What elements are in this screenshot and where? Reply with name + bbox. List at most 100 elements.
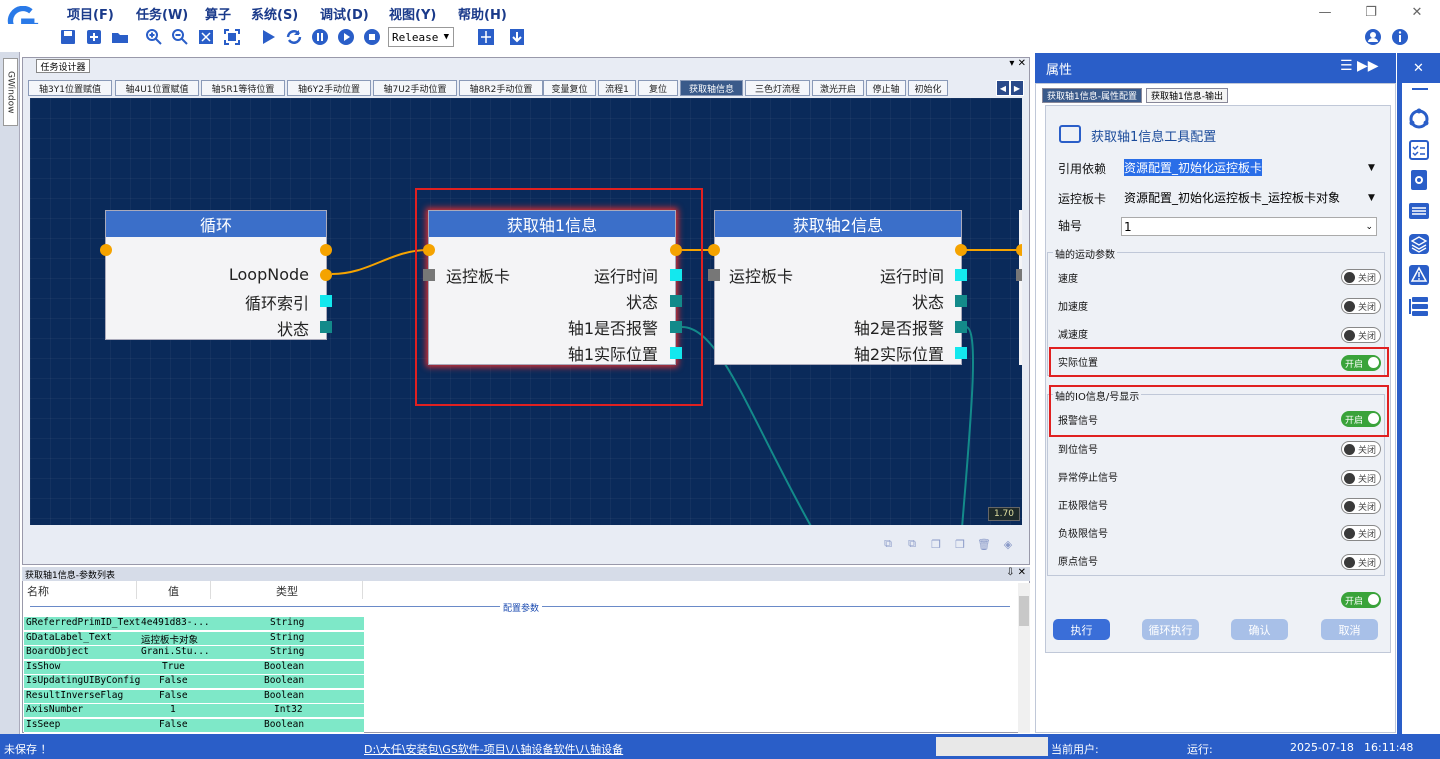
tab-property-config[interactable]: 获取轴1信息-属性配置: [1042, 88, 1142, 103]
flow-tab[interactable]: 轴3Y1位置赋值: [28, 80, 112, 96]
input-port[interactable]: [708, 244, 720, 256]
output-port[interactable]: [955, 347, 967, 359]
table-row[interactable]: BoardObject Grani.Stu... String: [24, 646, 364, 660]
fullscreen-icon[interactable]: [222, 27, 242, 47]
bottom-toggle[interactable]: 开启: [1341, 592, 1381, 608]
tab-output[interactable]: 获取轴1信息-输出: [1145, 88, 1228, 103]
layers-icon[interactable]: [1408, 233, 1430, 255]
input-port[interactable]: [100, 244, 112, 256]
input-port[interactable]: [708, 269, 720, 281]
flow-tab[interactable]: 初始化: [908, 80, 948, 96]
origin-signal-toggle[interactable]: 关闭: [1341, 554, 1381, 570]
positive-limit-toggle[interactable]: 关闭: [1341, 498, 1381, 514]
flow-tab[interactable]: 激光开启: [812, 80, 864, 96]
output-port[interactable]: [320, 321, 332, 333]
minimize-button[interactable]: —: [1302, 0, 1348, 24]
zoom-out-icon[interactable]: [170, 27, 190, 47]
close-icon[interactable]: ✕: [1397, 53, 1440, 83]
output-port[interactable]: [320, 295, 332, 307]
table-row[interactable]: IsSeep False Boolean: [24, 719, 364, 733]
list-icon[interactable]: [1408, 200, 1430, 222]
flow-tab[interactable]: 变量复位: [543, 80, 596, 96]
flow-tab[interactable]: 复位: [638, 80, 678, 96]
copy-icon[interactable]: ❐: [928, 536, 944, 552]
abnormal-stop-toggle[interactable]: 关闭: [1341, 470, 1381, 486]
scrollbar-thumb[interactable]: [1019, 596, 1029, 626]
table-row[interactable]: AxisNumber 1 Int32: [24, 704, 364, 718]
fit-icon[interactable]: [196, 27, 216, 47]
chevron-down-icon[interactable]: ▼: [1368, 163, 1375, 173]
new-icon[interactable]: [84, 27, 104, 47]
gwindow-tab[interactable]: GWindow: [3, 58, 18, 126]
properties-header-icons[interactable]: ☰ ▶▶: [1340, 58, 1379, 74]
save-icon[interactable]: [58, 27, 78, 47]
split-icon[interactable]: [476, 27, 496, 47]
flow-tab[interactable]: 轴7U2手动位置: [373, 80, 457, 96]
input-port[interactable]: [1016, 244, 1022, 256]
task-designer-tab[interactable]: 任务设计器: [36, 59, 90, 73]
loop-node[interactable]: 循环 LoopNode 循环索引 状态: [105, 210, 327, 340]
table-row[interactable]: IsShow True Boolean: [24, 661, 364, 675]
info-icon[interactable]: [1390, 27, 1410, 47]
group-icon[interactable]: ⧉: [904, 536, 920, 552]
download-icon[interactable]: [507, 27, 527, 47]
maximize-button[interactable]: ❐: [1348, 0, 1394, 24]
close-button[interactable]: ✕: [1394, 0, 1440, 24]
axis-number-select[interactable]: 1 ⌄: [1121, 217, 1377, 236]
loop-run-icon[interactable]: [284, 27, 304, 47]
cycle-icon[interactable]: [1408, 108, 1430, 130]
in-position-toggle[interactable]: 关闭: [1341, 441, 1381, 457]
tab-prev-icon[interactable]: ◀: [996, 80, 1010, 96]
warning-icon[interactable]: [1408, 264, 1430, 286]
output-port[interactable]: [955, 295, 967, 307]
run-icon[interactable]: [258, 27, 278, 47]
menu-project[interactable]: 项目(F): [67, 4, 114, 23]
menu-help[interactable]: 帮助(H): [458, 4, 507, 23]
menu-debug[interactable]: 调试(D): [320, 4, 369, 23]
tab-next-icon[interactable]: ▶: [1010, 80, 1024, 96]
tree-list-icon[interactable]: [1408, 295, 1430, 317]
project-path-link[interactable]: D:\大任\安装包\GS软件-项目\八轴设备软件\八轴设备: [364, 741, 623, 757]
board-select[interactable]: 资源配置_初始化运控板卡_运控板卡对象: [1122, 187, 1340, 207]
flow-tab[interactable]: 流程1: [598, 80, 636, 96]
chevron-down-icon[interactable]: ▼: [1368, 193, 1375, 203]
input-port[interactable]: [1016, 269, 1022, 281]
menu-view[interactable]: 视图(Y): [389, 4, 436, 23]
flow-tab[interactable]: 轴5R1等待位置: [201, 80, 285, 96]
flow-tab-active[interactable]: 获取轴信息: [680, 80, 743, 96]
menu-system[interactable]: 系统(S): [251, 4, 298, 23]
pause-icon[interactable]: [310, 27, 330, 47]
params-controls[interactable]: ⇩ ✕: [1006, 567, 1026, 578]
output-port[interactable]: [955, 244, 967, 256]
designer-controls[interactable]: ▾ ✕: [1009, 58, 1026, 69]
flow-tab[interactable]: 轴8R2手动位置: [459, 80, 543, 96]
decel-toggle[interactable]: 关闭: [1341, 327, 1381, 343]
flow-tab[interactable]: 三色灯流程: [745, 80, 810, 96]
menu-task[interactable]: 任务(W): [136, 4, 188, 23]
open-folder-icon[interactable]: [110, 27, 130, 47]
build-config-select[interactable]: Release ▼: [388, 27, 454, 47]
flow-tab[interactable]: 停止轴: [866, 80, 906, 96]
flow-tab[interactable]: 轴4U1位置赋值: [115, 80, 199, 96]
execute-button[interactable]: 执行: [1053, 619, 1110, 640]
confirm-button[interactable]: 确认: [1231, 619, 1288, 640]
output-port[interactable]: [320, 269, 332, 281]
table-row[interactable]: GReferredPrimID_Text 4e491d83-... String: [24, 617, 364, 631]
paste-icon[interactable]: ❐: [952, 536, 968, 552]
axis2-info-node[interactable]: 获取轴2信息 运控板卡 运行时间 状态 轴2是否报警 轴2实际位置: [714, 210, 962, 365]
step-icon[interactable]: [336, 27, 356, 47]
clear-icon[interactable]: ◈: [1000, 536, 1016, 552]
menu-operator[interactable]: 算子: [205, 4, 231, 23]
accel-toggle[interactable]: 关闭: [1341, 298, 1381, 314]
delete-icon[interactable]: 🗑: [976, 536, 992, 552]
output-port[interactable]: [955, 269, 967, 281]
output-port[interactable]: [955, 321, 967, 333]
settings-doc-icon[interactable]: [1408, 169, 1430, 191]
stop-icon[interactable]: [362, 27, 382, 47]
speed-toggle[interactable]: 关闭: [1341, 269, 1381, 285]
cancel-button[interactable]: 取消: [1321, 619, 1378, 640]
zoom-in-icon[interactable]: [144, 27, 164, 47]
align-icon[interactable]: ⧉: [880, 536, 896, 552]
negative-limit-toggle[interactable]: 关闭: [1341, 525, 1381, 541]
user-icon[interactable]: [1363, 27, 1383, 47]
